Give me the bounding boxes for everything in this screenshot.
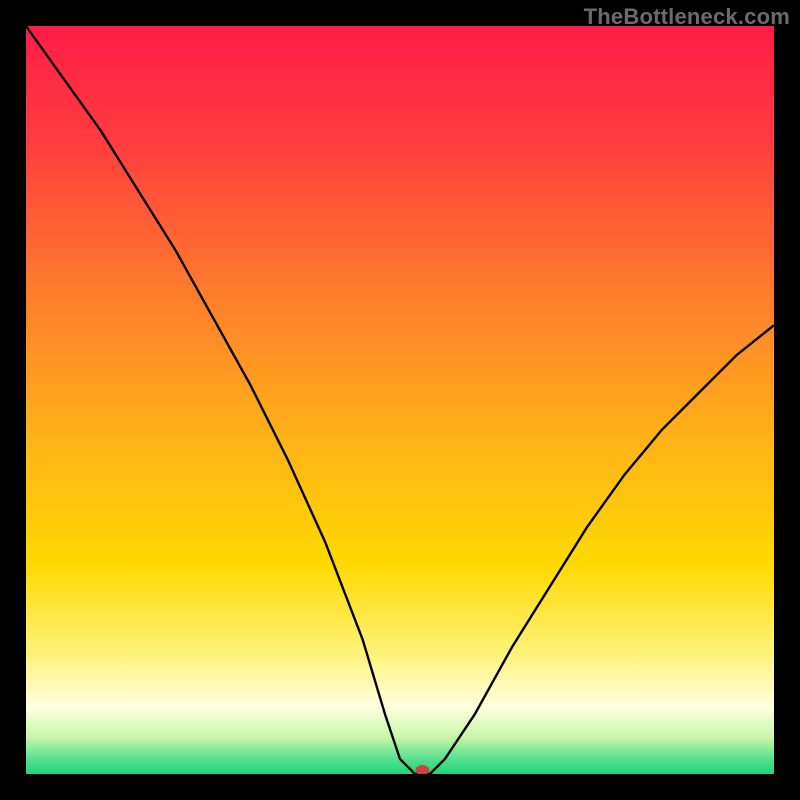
plot-area — [26, 26, 774, 774]
plot-svg — [26, 26, 774, 774]
attribution-text: TheBottleneck.com — [584, 4, 790, 30]
gradient-background — [26, 26, 774, 774]
chart-frame: TheBottleneck.com — [0, 0, 800, 800]
